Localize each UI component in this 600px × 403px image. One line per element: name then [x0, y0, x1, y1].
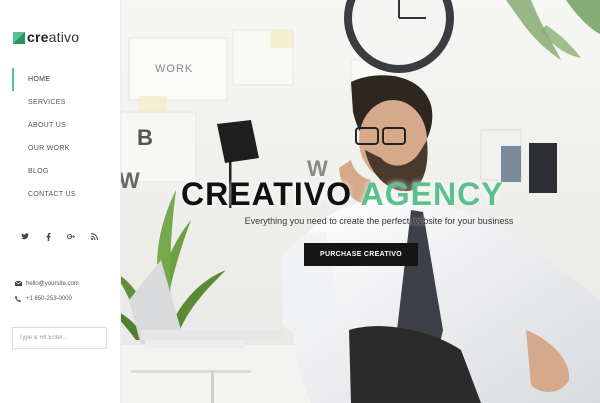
nav-item-contact-us[interactable]: CONTACT US — [12, 183, 112, 206]
purchase-button[interactable]: PURCHASE CREATIVO — [304, 243, 418, 266]
logo-text-light: ativo — [48, 29, 80, 45]
phone-icon — [15, 295, 22, 302]
contact-phone-row: +1 650-253-0000 — [15, 291, 79, 306]
sidebar: creativo HOME SERVICES ABOUT US OUR WORK… — [0, 0, 121, 403]
search-input[interactable] — [12, 327, 107, 349]
nav-item-blog[interactable]: BLOG — [12, 160, 112, 183]
svg-text:W: W — [121, 168, 140, 193]
nav-item-our-work[interactable]: OUR WORK — [12, 137, 112, 160]
wall-work-text: WORK — [155, 63, 193, 75]
contact-email-row: hello@yoursite.com — [15, 276, 79, 291]
contact-info: hello@yoursite.com +1 650-253-0000 — [15, 276, 79, 306]
social-links — [21, 232, 98, 241]
rss-icon[interactable] — [90, 232, 98, 241]
facebook-icon[interactable] — [44, 232, 52, 241]
nav-item-services[interactable]: SERVICES — [12, 91, 112, 114]
hero-subtitle: Everything you need to create the perfec… — [244, 216, 514, 226]
logo-mark-icon — [13, 31, 25, 44]
contact-email[interactable]: hello@yoursite.com — [26, 281, 79, 287]
contact-phone[interactable]: +1 650-253-0000 — [26, 296, 72, 302]
hero-title-main: CREATIVO — [181, 176, 352, 212]
hero-section: WORK B W W CREATIVO AGENCY Everything yo… — [121, 0, 600, 403]
svg-text:B: B — [137, 125, 153, 150]
google-plus-icon[interactable] — [67, 232, 75, 241]
twitter-icon[interactable] — [21, 232, 29, 241]
nav-item-home[interactable]: HOME — [12, 68, 112, 91]
hero-title: CREATIVO AGENCY — [181, 176, 600, 213]
logo-text: creativo — [27, 29, 79, 45]
main-nav: HOME SERVICES ABOUT US OUR WORK BLOG CON… — [12, 68, 112, 206]
logo[interactable]: creativo — [13, 29, 79, 45]
hero-title-accent: AGENCY — [360, 176, 504, 212]
logo-text-bold: cre — [27, 29, 49, 45]
envelope-icon — [15, 281, 22, 286]
nav-item-about-us[interactable]: ABOUT US — [12, 114, 112, 137]
